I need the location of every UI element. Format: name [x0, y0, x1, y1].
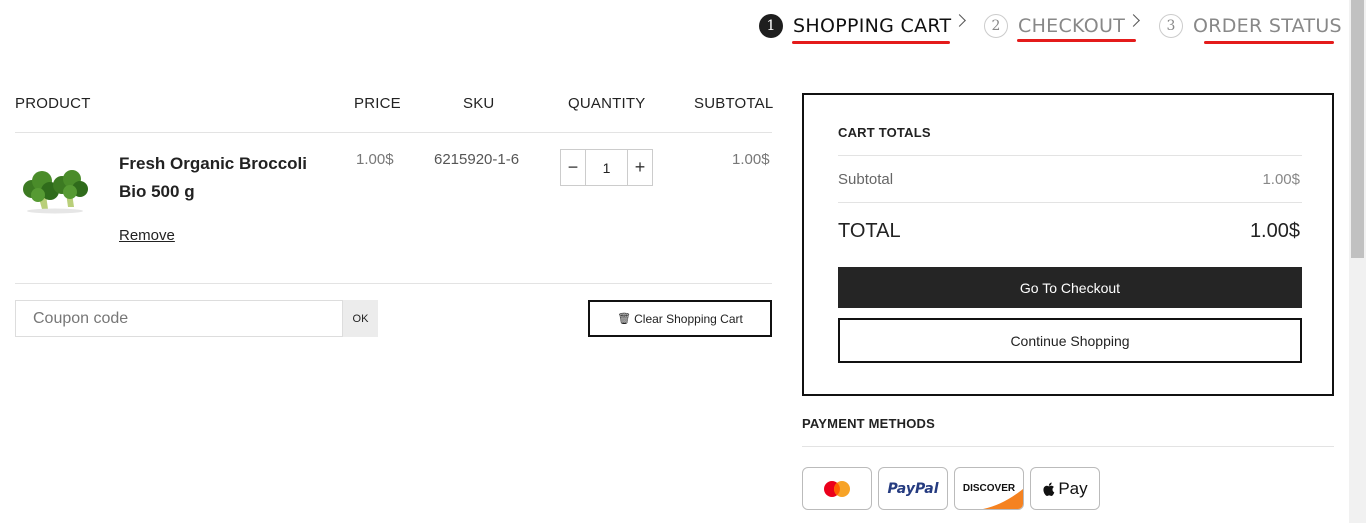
step-shopping-cart[interactable]: 1 SHOPPING CART [759, 12, 951, 40]
column-header-sku: SKU [463, 95, 495, 112]
divider [15, 283, 772, 284]
paypal-icon: PayPal [878, 467, 948, 510]
step-number: 1 [759, 14, 783, 38]
paypal-text: PayPal [887, 480, 939, 497]
payment-methods-title: PAYMENT METHODS [802, 416, 936, 431]
discover-icon: DISCOVER [954, 467, 1024, 510]
quantity-value[interactable]: 1 [585, 150, 628, 185]
column-header-price: PRICE [354, 95, 401, 112]
item-sku: 6215920-1-6 [434, 151, 520, 168]
step-label: CHECKOUT [1018, 15, 1126, 37]
item-subtotal: 1.00$ [732, 151, 770, 168]
clear-cart-label: Clear Shopping Cart [634, 311, 743, 326]
clear-cart-button[interactable]: 🗑 Clear Shopping Cart [588, 300, 772, 337]
total-value: 1.00$ [1249, 220, 1300, 242]
step-number: 3 [1159, 14, 1183, 38]
step-underline [1017, 39, 1136, 42]
item-price: 1.00$ [356, 151, 394, 168]
apple-pay-text: Pay [1058, 478, 1088, 498]
scrollbar-thumb[interactable] [1351, 0, 1364, 258]
chevron-right-icon [953, 14, 966, 27]
step-checkout[interactable]: 2 CHECKOUT [984, 12, 1125, 40]
remove-link[interactable]: Remove [119, 227, 175, 244]
scrollbar[interactable] [1349, 0, 1366, 523]
column-header-product: PRODUCT [15, 95, 91, 112]
step-label: SHOPPING CART [793, 15, 952, 37]
divider [15, 132, 772, 133]
coupon-ok-button[interactable]: OK [343, 300, 378, 337]
go-to-checkout-button[interactable]: Go To Checkout [838, 267, 1302, 308]
subtotal-value: 1.00$ [1262, 171, 1300, 188]
step-underline [792, 41, 950, 44]
trash-icon: 🗑 [617, 313, 632, 325]
continue-shopping-button[interactable]: Continue Shopping [838, 318, 1302, 363]
total-label: TOTAL [838, 220, 901, 242]
step-label: ORDER STATUS [1193, 15, 1342, 37]
subtotal-label: Subtotal [838, 171, 894, 188]
plus-icon[interactable]: + [628, 150, 652, 185]
discover-text: DISCOVER [962, 483, 1016, 494]
cart-totals-panel: CART TOTALS Subtotal 1.00$ TOTAL 1.00$ G… [802, 93, 1334, 396]
step-underline [1204, 41, 1334, 44]
step-number: 2 [984, 14, 1008, 38]
minus-icon[interactable]: − [561, 150, 585, 185]
divider [838, 155, 1302, 156]
apple-pay-icon: Pay [1030, 467, 1100, 510]
divider [838, 202, 1302, 203]
column-header-quantity: QUANTITY [568, 95, 646, 112]
quantity-stepper: − 1 + [560, 149, 653, 186]
broccoli-image[interactable] [20, 165, 90, 215]
mastercard-icon [802, 467, 872, 510]
column-header-subtotal: SUBTOTAL [694, 95, 774, 112]
chevron-right-icon [1127, 14, 1140, 27]
divider [802, 446, 1334, 447]
step-order-status[interactable]: 3 ORDER STATUS [1159, 12, 1342, 40]
cart-totals-title: CART TOTALS [838, 125, 931, 140]
coupon-input[interactable] [15, 300, 343, 337]
product-name[interactable]: Fresh Organic Broccoli Bio 500 g [119, 150, 329, 206]
